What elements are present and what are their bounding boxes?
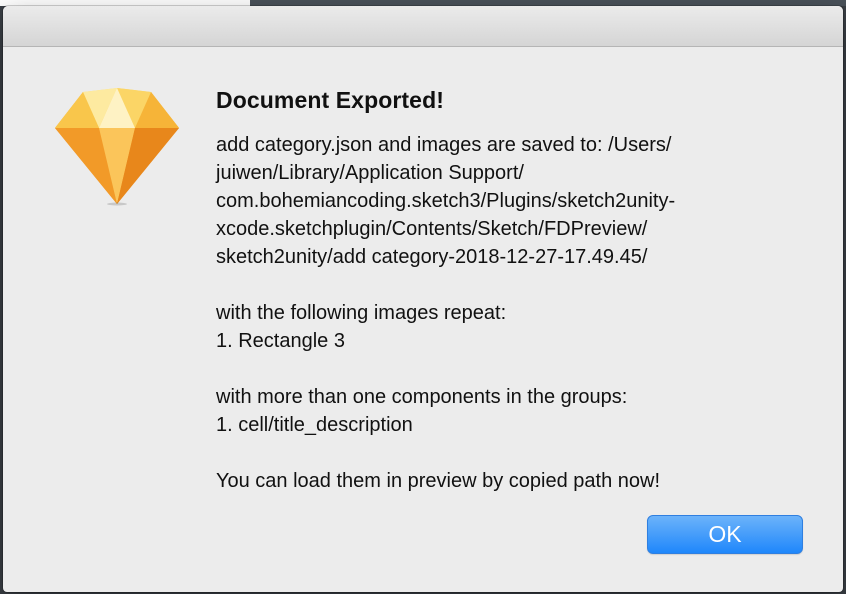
dialog-message: add category.json and images are saved t… bbox=[216, 134, 676, 492]
screen: Document Exported! add category.json and… bbox=[0, 0, 846, 594]
dialog-titlebar[interactable] bbox=[3, 6, 843, 47]
ok-button[interactable]: OK bbox=[647, 515, 803, 554]
export-alert-dialog: Document Exported! add category.json and… bbox=[3, 6, 843, 592]
sketch-diamond-icon bbox=[53, 88, 181, 206]
dialog-title: Document Exported! bbox=[216, 87, 444, 113]
dialog-content: Document Exported! add category.json and… bbox=[216, 86, 796, 495]
